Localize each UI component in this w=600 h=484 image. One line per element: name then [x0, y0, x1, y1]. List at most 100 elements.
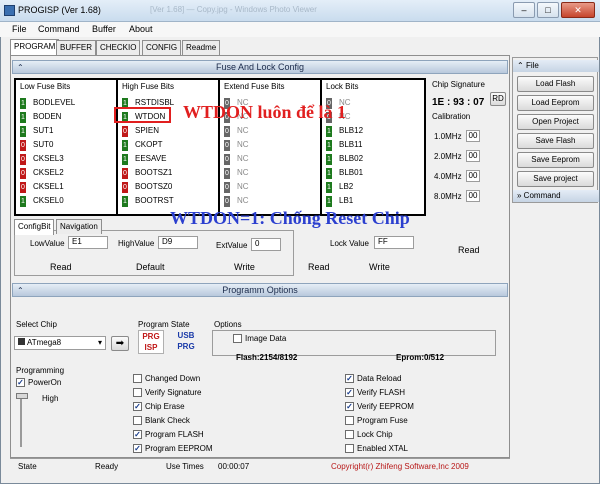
speed-slider-track: [20, 393, 22, 447]
calib-freq-8mhz: 8.0MHz: [434, 192, 462, 201]
high-value-input[interactable]: D9: [158, 236, 198, 249]
calibration-label: Calibration: [432, 112, 471, 121]
maximize-button[interactable]: □: [537, 2, 559, 18]
blank-check-checkbox[interactable]: [133, 416, 142, 425]
speed-slider-thumb[interactable]: [16, 393, 28, 399]
menu-about[interactable]: About: [129, 24, 153, 34]
fuse-read-button[interactable]: Read: [50, 262, 72, 272]
file-command-panel: ⌃ File Load Flash Load Eeprom Open Proje…: [512, 57, 599, 203]
open-project-button[interactable]: Open Project: [517, 114, 594, 130]
use-times-label: Use Times: [166, 462, 204, 471]
eprom-info: Eprom:0/512: [396, 353, 445, 362]
program-state-label: Program State: [138, 320, 190, 329]
program-flash-label: Program FLASH: [145, 430, 204, 439]
power-on-checkbox[interactable]: ✓: [16, 378, 25, 387]
annotation-wtdon-anti-reset: WTDON=1: Chống Reset Chip: [170, 208, 410, 228]
lock-value-input[interactable]: FF: [374, 236, 414, 249]
chip-select[interactable]: ATmega8 ▾: [14, 336, 106, 350]
chip-erase-label: Chip Erase: [145, 402, 185, 411]
tab-checkio[interactable]: CHECKIO: [96, 40, 141, 55]
lock-bits-column: Lock Bits 0 NC 0 NC 1 BLB12 1 BLB11 1 BLB02 1…: [322, 80, 424, 214]
use-times-value: 00:00:07: [218, 462, 250, 471]
lock-write-button[interactable]: Write: [369, 262, 390, 272]
chip-value: ATmega8: [27, 338, 62, 347]
read-signature-button[interactable]: RD: [490, 92, 506, 106]
lock-chip-checkbox[interactable]: [345, 430, 354, 439]
fuse-lock-header[interactable]: ⌃ Fuse And Lock Config: [12, 60, 508, 74]
low-fuse-column: Low Fuse Bits 1 BODLEVEL 1 BODEN 1 SUT1 0 SU…: [16, 80, 116, 214]
data-reload-label: Data Reload: [357, 374, 402, 383]
copyright: Copyright(r) Zhifeng Software,Inc 2009: [331, 462, 469, 471]
tab-config[interactable]: CONFIG: [142, 40, 182, 55]
program-eeprom-label: Program EEPROM: [145, 444, 213, 453]
prg-isp-icon: PRG ISP: [138, 330, 164, 354]
minimize-button[interactable]: –: [513, 2, 535, 18]
calib-value-4mhz[interactable]: 00: [466, 170, 480, 182]
enabled-xtal-label: Enabled XTAL: [357, 444, 408, 453]
ext-value-input[interactable]: 0: [251, 238, 281, 251]
fuse-default-button[interactable]: Default: [136, 262, 165, 272]
calib-freq-2mhz: 2.0MHz: [434, 152, 462, 161]
calib-value-2mhz[interactable]: 00: [466, 150, 480, 162]
calib-value-8mhz[interactable]: 00: [466, 190, 480, 202]
low-value-input[interactable]: E1: [68, 236, 108, 249]
calib-value-1mhz[interactable]: 00: [466, 130, 480, 142]
image-data-label: Image Data: [245, 334, 287, 343]
ghost-title: [Ver 1.68] — Copy.jpg - Windows Photo Vi…: [150, 5, 317, 14]
usb-prg-icon: USB PRG: [177, 331, 195, 351]
lock-read-button[interactable]: Read: [308, 262, 330, 272]
load-flash-button[interactable]: Load Flash: [517, 76, 594, 92]
tab-navigation[interactable]: Navigation: [56, 219, 102, 234]
menu-file[interactable]: File: [12, 24, 27, 34]
close-button[interactable]: ✕: [561, 2, 595, 18]
tab-buffer[interactable]: BUFFER: [56, 40, 96, 55]
fuse-bits-grid: Low Fuse Bits 1 BODLEVEL 1 BODEN 1 SUT1 0 SU…: [14, 78, 426, 216]
lock-bits-header: Lock Bits: [326, 82, 359, 91]
data-reload-checkbox[interactable]: ✓: [345, 374, 354, 383]
tab-program[interactable]: PROGRAM: [10, 39, 60, 55]
load-eeprom-button[interactable]: Load Eeprom: [517, 95, 594, 111]
verify-eeprom-checkbox[interactable]: ✓: [345, 402, 354, 411]
chevron-down-icon: ▾: [97, 338, 102, 347]
program-flash-checkbox[interactable]: ✓: [133, 430, 142, 439]
high-value-label: HighValue: [118, 239, 155, 248]
blank-check-label: Blank Check: [145, 416, 190, 425]
status-bar: State Ready Use Times 00:00:07 Copyright…: [10, 458, 510, 474]
chip-erase-checkbox[interactable]: ✓: [133, 402, 142, 411]
auto-detect-arrow-button[interactable]: ➡: [111, 336, 129, 351]
program-fuse-label: Program Fuse: [357, 416, 408, 425]
program-options-title: Programm Options: [222, 285, 298, 295]
program-eeprom-checkbox[interactable]: ✓: [133, 444, 142, 453]
low-value-label: LowValue: [30, 239, 65, 248]
image-data-checkbox[interactable]: [233, 334, 242, 343]
tab-readme[interactable]: Readme: [182, 40, 221, 55]
calib-freq-1mhz: 1.0MHz: [434, 132, 462, 141]
wtdon-highlight-box: [114, 107, 171, 123]
tab-configbit[interactable]: ConfigBit: [14, 219, 55, 235]
file-section-header[interactable]: ⌃ File: [513, 60, 599, 72]
verify-flash-checkbox[interactable]: ✓: [345, 388, 354, 397]
options-label: Options: [214, 320, 242, 329]
chip-signature-value: 1E : 93 : 07: [432, 97, 485, 108]
fuse-write-button[interactable]: Write: [234, 262, 255, 272]
menu-buffer[interactable]: Buffer: [92, 24, 116, 34]
save-eeprom-button[interactable]: Save Eeprom: [517, 152, 594, 168]
extend-fuse-header: Extend Fuse Bits: [224, 82, 285, 91]
verify-signature-checkbox[interactable]: [133, 388, 142, 397]
save-flash-button[interactable]: Save Flash: [517, 133, 594, 149]
program-options-header[interactable]: ⌃ Programm Options: [12, 283, 508, 297]
menu-command[interactable]: Command: [38, 24, 80, 34]
save-project-button[interactable]: Save project: [517, 171, 594, 187]
enabled-xtal-checkbox[interactable]: [345, 444, 354, 453]
programming-label: Programming: [16, 366, 65, 375]
lock-chip-label: Lock Chip: [357, 430, 393, 439]
changed-down-checkbox[interactable]: [133, 374, 142, 383]
command-section-header[interactable]: » Command: [513, 190, 599, 202]
program-fuse-checkbox[interactable]: [345, 416, 354, 425]
title-bar: PROGISP (Ver 1.68) [Ver 1.68] — Copy.jpg…: [0, 0, 600, 22]
calibration-read-button[interactable]: Read: [458, 245, 480, 255]
state-label: State: [18, 462, 37, 471]
lock-value-label: Lock Value: [330, 239, 369, 248]
flash-info: Flash:2154/8192: [236, 353, 298, 362]
window-title: PROGISP (Ver 1.68): [18, 5, 101, 15]
